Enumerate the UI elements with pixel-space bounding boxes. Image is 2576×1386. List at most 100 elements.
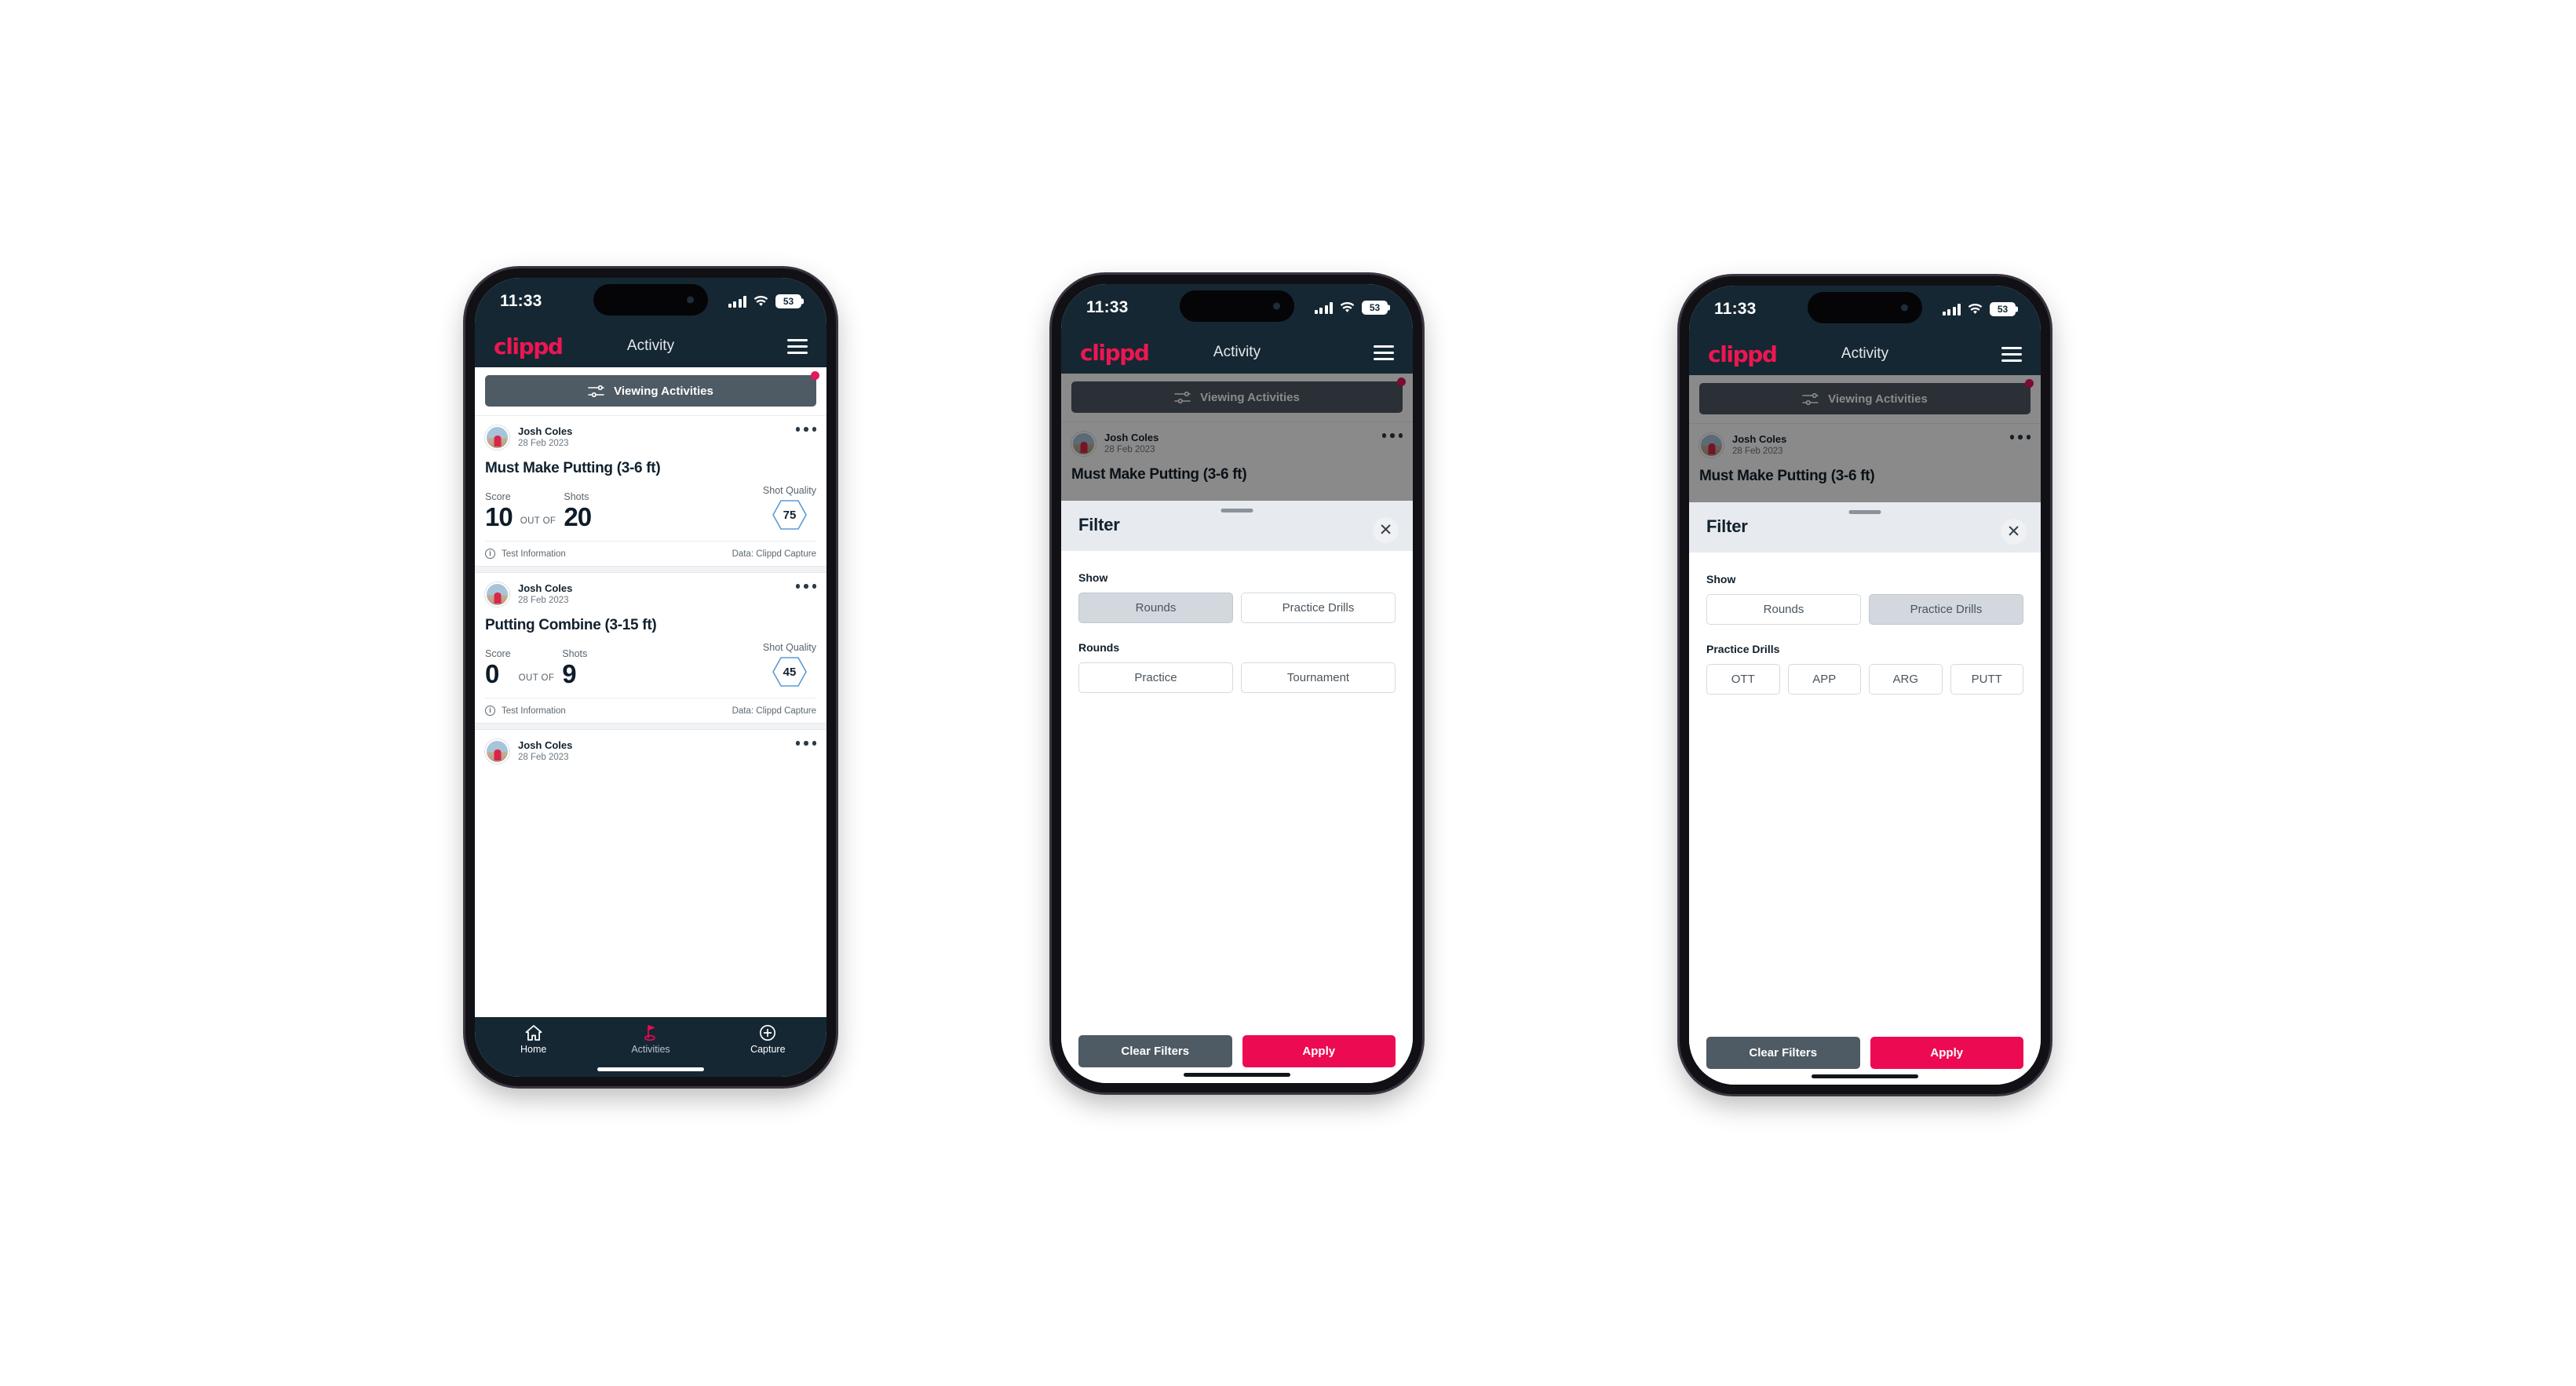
activity-title: Must Make Putting (3-6 ft) bbox=[485, 460, 661, 476]
viewing-activities-label: Viewing Activities bbox=[614, 384, 713, 398]
sheet-drag-handle[interactable] bbox=[1848, 510, 1881, 514]
close-x-icon[interactable]: ✕ bbox=[1373, 517, 1399, 543]
shots-stat: Shots 9 bbox=[562, 648, 587, 687]
clear-filters-button[interactable]: Clear Filters bbox=[1706, 1037, 1860, 1069]
apply-button[interactable]: Apply bbox=[1870, 1037, 2023, 1069]
card-divider bbox=[475, 566, 826, 573]
clippd-logo: clippd bbox=[1080, 339, 1150, 366]
data-source-label: Data: Clippd Capture bbox=[732, 706, 816, 716]
test-information-link[interactable]: Test Information bbox=[502, 706, 566, 716]
filter-sheet: Filter ✕ Show Rounds Practice Drills Pra… bbox=[1689, 502, 2041, 1085]
nav-label-home: Home bbox=[520, 1044, 547, 1055]
battery-level: 53 bbox=[783, 296, 794, 307]
activity-card[interactable]: Josh Coles 28 Feb 2023 Must Make Putting… bbox=[475, 416, 826, 566]
data-source-label: Data: Clippd Capture bbox=[732, 549, 816, 559]
test-information-link[interactable]: Test Information bbox=[502, 549, 566, 559]
activity-card-header: Josh Coles 28 Feb 2023 bbox=[485, 416, 816, 453]
dynamic-island bbox=[1808, 292, 1922, 323]
home-indicator bbox=[597, 1067, 704, 1071]
sliders-filter-icon bbox=[588, 385, 604, 397]
activity-card-footer: i Test Information Data: Clippd Capture bbox=[485, 541, 816, 566]
avatar bbox=[485, 425, 509, 450]
more-options-icon[interactable] bbox=[795, 741, 816, 746]
show-group-label: Show bbox=[1706, 573, 1736, 585]
nav-item-home[interactable]: Home bbox=[475, 1024, 592, 1055]
plus-circle-icon bbox=[760, 1025, 776, 1041]
phone2-screen: 11:33 53 clippd Activity Viewing Activit… bbox=[1061, 284, 1413, 1083]
status-time: 11:33 bbox=[1086, 298, 1129, 316]
status-bar: 11:33 53 bbox=[1061, 284, 1413, 331]
out-of-label: OUT OF bbox=[520, 516, 556, 526]
notification-dot-icon bbox=[811, 371, 819, 380]
clippd-logo: clippd bbox=[1708, 341, 1778, 367]
shots-value: 20 bbox=[564, 502, 592, 531]
dynamic-island bbox=[1180, 290, 1294, 322]
hamburger-menu-icon[interactable] bbox=[787, 338, 808, 354]
battery-indicator: 53 bbox=[1990, 302, 2016, 316]
clear-filters-button[interactable]: Clear Filters bbox=[1078, 1035, 1232, 1067]
score-value: 10 bbox=[485, 502, 513, 531]
drill-option-ott[interactable]: OTT bbox=[1706, 664, 1780, 695]
more-options-icon[interactable] bbox=[795, 584, 816, 589]
show-option-practice-drills[interactable]: Practice Drills bbox=[1869, 594, 2023, 625]
drill-option-arg[interactable]: ARG bbox=[1869, 664, 1943, 695]
rounds-option-tournament[interactable]: Tournament bbox=[1241, 662, 1396, 693]
phone-mockup-filter-rounds: 11:33 53 clippd Activity Viewing Activit… bbox=[1052, 275, 1422, 1092]
drill-option-putt[interactable]: PUTT bbox=[1950, 664, 2023, 695]
hamburger-menu-icon[interactable] bbox=[2001, 346, 2022, 362]
activity-date: 28 Feb 2023 bbox=[518, 752, 569, 762]
hamburger-menu-icon[interactable] bbox=[1374, 345, 1394, 360]
status-bar: 11:33 53 bbox=[475, 278, 826, 325]
viewing-activities-button[interactable]: Viewing Activities bbox=[485, 375, 816, 407]
filter-sheet-body: Show Rounds Practice Drills Practice Dri… bbox=[1689, 553, 2041, 1037]
shot-quality-label: Shot Quality bbox=[762, 485, 816, 496]
filter-sheet-title: Filter bbox=[1706, 516, 1748, 536]
activity-card-header: Josh Coles 28 Feb 2023 bbox=[485, 730, 816, 767]
status-time: 11:33 bbox=[1714, 300, 1757, 318]
score-value: 0 bbox=[485, 659, 499, 688]
nav-item-capture[interactable]: Capture bbox=[710, 1024, 826, 1055]
show-group-label: Show bbox=[1078, 571, 1108, 584]
filter-bar-wrap: Viewing Activities bbox=[475, 367, 826, 416]
golf-flag-icon bbox=[644, 1025, 655, 1041]
home-indicator bbox=[1812, 1074, 1918, 1078]
battery-indicator: 53 bbox=[775, 294, 801, 308]
filter-sheet-title: Filter bbox=[1078, 515, 1120, 534]
show-option-rounds[interactable]: Rounds bbox=[1706, 594, 1861, 625]
rounds-option-practice[interactable]: Practice bbox=[1078, 662, 1233, 693]
activity-author: Josh Coles 28 Feb 2023 bbox=[518, 740, 572, 762]
nav-label-capture: Capture bbox=[750, 1044, 786, 1055]
author-name: Josh Coles bbox=[518, 582, 573, 595]
nav-item-activities[interactable]: Activities bbox=[592, 1024, 709, 1055]
shots-label: Shots bbox=[564, 491, 589, 502]
apply-button[interactable]: Apply bbox=[1242, 1035, 1396, 1067]
phone-mockup-activity-list: 11:33 53 clippd Activity Viewing Activit… bbox=[465, 268, 836, 1086]
sheet-drag-handle[interactable] bbox=[1220, 509, 1253, 512]
drill-option-app[interactable]: APP bbox=[1787, 664, 1861, 695]
show-option-practice-drills[interactable]: Practice Drills bbox=[1241, 593, 1396, 623]
show-option-rounds[interactable]: Rounds bbox=[1078, 593, 1233, 623]
score-label: Score bbox=[485, 491, 511, 502]
show-options-row: Rounds Practice Drills bbox=[1078, 593, 1396, 623]
wifi-icon bbox=[1340, 301, 1355, 312]
practice-drills-group-label: Practice Drills bbox=[1706, 643, 1780, 655]
score-stat: Score 0 bbox=[485, 648, 511, 687]
shot-quality-hexagon-badge: 45 bbox=[772, 657, 807, 687]
cellular-bars-icon bbox=[728, 295, 746, 308]
app-header: clippd Activity bbox=[1689, 333, 2041, 375]
close-x-icon[interactable]: ✕ bbox=[2001, 519, 2027, 545]
shot-quality-stat: Shot Quality 45 bbox=[763, 642, 816, 687]
activity-card[interactable]: Josh Coles 28 Feb 2023 bbox=[475, 730, 826, 767]
more-options-icon[interactable] bbox=[795, 427, 816, 432]
score-label: Score bbox=[485, 648, 511, 659]
status-indicators: 53 bbox=[728, 294, 801, 308]
activity-title: Putting Combine (3-15 ft) bbox=[485, 617, 657, 633]
filter-sheet-header: Filter ✕ bbox=[1061, 501, 1413, 551]
info-icon: i bbox=[485, 549, 495, 559]
avatar bbox=[485, 739, 509, 764]
battery-level: 53 bbox=[1369, 302, 1381, 313]
activity-card[interactable]: Josh Coles 28 Feb 2023 Putting Combine (… bbox=[475, 573, 826, 723]
shots-stat: Shots 20 bbox=[564, 491, 592, 531]
filter-sheet-actions: Clear Filters Apply bbox=[1061, 1035, 1413, 1067]
phone3-screen: 11:33 53 clippd Activity Viewing Activit… bbox=[1689, 286, 2041, 1085]
